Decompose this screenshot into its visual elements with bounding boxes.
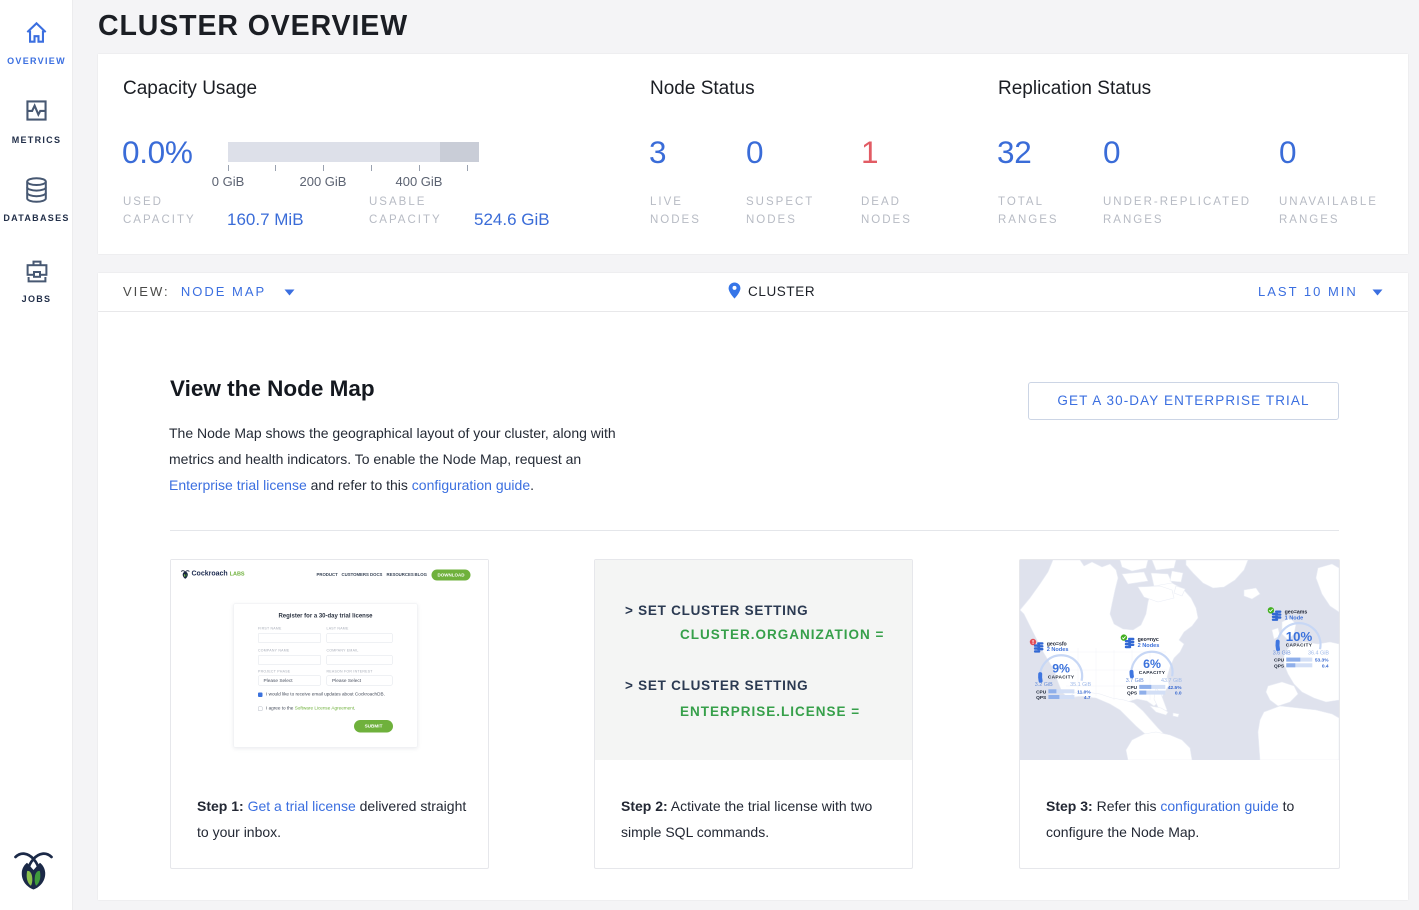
svg-text:11.0%: 11.0% [1077, 689, 1091, 695]
svg-text:0.0: 0.0 [1175, 691, 1182, 697]
svg-text:9%: 9% [1052, 662, 1070, 676]
svg-text:CPU: CPU [1036, 689, 1047, 695]
svg-text:3.2 GiB: 3.2 GiB [1035, 682, 1053, 688]
svg-text:2 Nodes: 2 Nodes [1138, 643, 1160, 649]
svg-text:3.7 GiB: 3.7 GiB [1126, 678, 1144, 684]
svg-text:1 Node: 1 Node [1285, 616, 1304, 622]
svg-text:QPS: QPS [1274, 663, 1285, 669]
svg-text:35.1 GiB: 35.1 GiB [1070, 682, 1091, 688]
svg-text:2 Nodes: 2 Nodes [1047, 647, 1069, 653]
svg-text:CPU: CPU [1274, 658, 1285, 664]
svg-text:QPS: QPS [1036, 695, 1047, 701]
svg-text:43.7 GiB: 43.7 GiB [1161, 678, 1182, 684]
svg-text:CAPACITY: CAPACITY [1286, 643, 1313, 649]
svg-text:3.6 GiB: 3.6 GiB [1273, 651, 1291, 657]
svg-text:42.5%: 42.5% [1168, 685, 1182, 691]
svg-text:4.7: 4.7 [1084, 695, 1091, 701]
svg-text:36.4 GiB: 36.4 GiB [1308, 651, 1329, 657]
svg-text:CAPACITY: CAPACITY [1139, 670, 1166, 676]
svg-text:6%: 6% [1143, 657, 1161, 671]
svg-text:0.4: 0.4 [1322, 663, 1329, 669]
svg-text:CPU: CPU [1127, 685, 1138, 691]
svg-text:QPS: QPS [1127, 691, 1138, 697]
svg-text:53.3%: 53.3% [1315, 658, 1329, 664]
svg-text:CAPACITY: CAPACITY [1048, 674, 1075, 680]
svg-text:10%: 10% [1286, 629, 1313, 644]
